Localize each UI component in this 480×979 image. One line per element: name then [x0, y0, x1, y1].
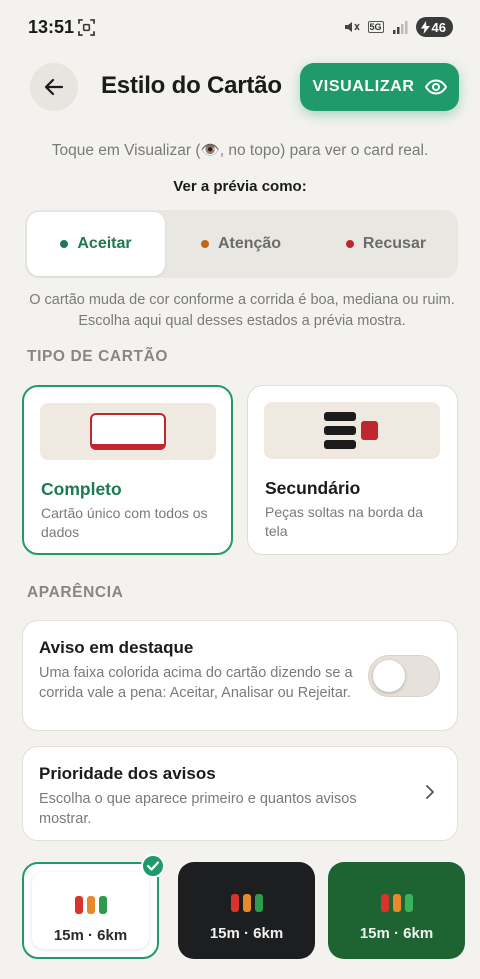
setting-description: Escolha o que aparece primeiro e quantos…: [39, 791, 357, 827]
tile-preview: 15m · 6km: [178, 870, 315, 959]
preview-button-label: VISUALIZAR: [312, 78, 415, 95]
warning-priority-setting[interactable]: Prioridade dos avisos Escolha o que apar…: [22, 746, 458, 841]
setting-description: Uma faixa colorida acima do cartão dizen…: [39, 665, 353, 701]
page-title: Estilo do Cartão: [101, 72, 282, 99]
card-type-secondary[interactable]: Secundário Peças soltas na borda da tela: [247, 385, 458, 555]
traffic-bars-icon: [380, 894, 413, 912]
preview-state-reject[interactable]: Recusar: [317, 212, 455, 276]
mute-icon: [344, 22, 360, 32]
preview-state-description: O cartão muda de cor conforme a corrida …: [29, 292, 455, 329]
split-pieces-icon: [324, 412, 378, 449]
charging-bolt-icon: [420, 20, 430, 34]
battery-level: 46: [431, 19, 446, 35]
signal-icon: [392, 21, 408, 34]
tile-label: 15m · 6km: [53, 927, 128, 944]
setting-title: Prioridade dos avisos: [39, 764, 216, 783]
highlight-warning-setting: Aviso em destaque Uma faixa colorida aci…: [22, 620, 458, 731]
reject-dot-icon: [345, 240, 354, 248]
preview-state-label: Aceitar: [77, 235, 132, 252]
traffic-bars-icon: [230, 894, 263, 912]
tile-label: 15m · 6km: [359, 925, 434, 942]
full-card-icon: [90, 413, 166, 450]
tile-label: 15m · 6km: [209, 925, 284, 942]
style-tile-dark[interactable]: 15m · 6km: [178, 862, 315, 959]
highlight-warning-toggle[interactable]: [368, 655, 440, 697]
chevron-right-icon: [426, 785, 434, 799]
preview-hint: Toque em Visualizar (👁️, no topo) para v…: [51, 142, 429, 159]
preview-state-label: Recusar: [362, 235, 427, 252]
section-title-card-type: TIPO DE CARTÃO: [27, 348, 169, 365]
tile-preview: 15m · 6km: [32, 872, 149, 949]
secondary-card-thumbnail: [264, 402, 440, 459]
card-type-name: Secundário: [265, 478, 361, 498]
back-button[interactable]: [30, 63, 78, 111]
setting-title: Aviso em destaque: [39, 638, 194, 657]
status-bar: 13:51 5G 46: [0, 0, 480, 56]
card-type-description: Cartão único com todos os dados: [41, 505, 208, 540]
card-type-name: Completo: [41, 479, 122, 499]
preview-as-label: Ver a prévia como:: [173, 178, 307, 195]
status-time: 13:51: [28, 17, 75, 37]
section-title-appearance: APARÊNCIA: [27, 584, 124, 601]
screenshot-scan-icon: [78, 19, 95, 36]
preview-state-accept[interactable]: Aceitar: [27, 212, 165, 276]
preview-button[interactable]: VISUALIZAR: [300, 63, 459, 111]
network-type-badge: 5G: [367, 21, 384, 33]
arrow-left-icon: [44, 78, 64, 96]
complete-card-thumbnail: [40, 403, 216, 460]
style-tile-green[interactable]: 15m · 6km: [328, 862, 465, 959]
preview-state-label: Atenção: [217, 235, 282, 252]
tile-preview: 15m · 6km: [328, 870, 465, 959]
preview-state-selector: Aceitar Atenção Recusar: [25, 210, 458, 278]
toggle-knob: [373, 660, 405, 692]
accept-dot-icon: [60, 240, 69, 248]
attention-dot-icon: [200, 240, 209, 248]
card-type-complete[interactable]: Completo Cartão único com todos os dados: [22, 385, 233, 555]
preview-state-attention[interactable]: Atenção: [171, 212, 311, 276]
style-tile-light[interactable]: 15m · 6km: [22, 854, 165, 959]
traffic-bars-icon: [74, 896, 107, 914]
selected-check-icon: [141, 854, 165, 878]
battery-indicator: 46: [415, 17, 453, 37]
card-type-description: Peças soltas na borda da tela: [265, 504, 423, 539]
eye-icon: [424, 79, 447, 95]
